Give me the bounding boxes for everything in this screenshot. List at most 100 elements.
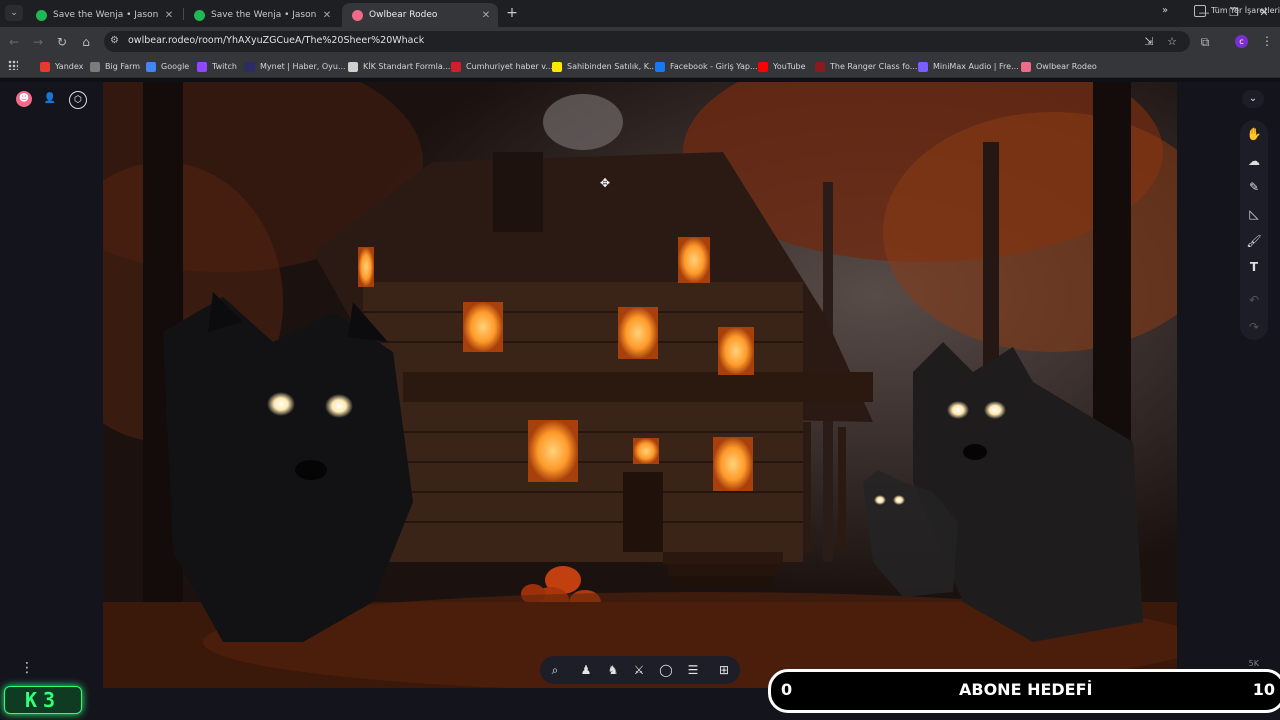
cabin-wolves-illustration [103,82,1177,688]
bookmark-item[interactable]: Facebook - Giriş Yap... [655,60,758,73]
puzzle-icon: ⧉ [1200,35,1210,49]
reload-button[interactable]: ↻ [54,34,70,50]
note-button[interactable]: ☰ [684,661,702,679]
all-bookmarks-label: Tüm Yer İşaretleri [1211,6,1280,15]
bookmark-item[interactable]: Yandex [40,60,83,73]
address-bar[interactable]: ⚙ owlbear.rodeo/room/YhAXyuZGCueA/The%20… [104,31,1190,52]
map-scene[interactable] [103,82,1177,688]
bookmark-favicon-icon [197,61,207,72]
undo-button[interactable]: ↶ [1245,291,1263,309]
bookmark-item[interactable]: Big Farm [90,60,140,73]
bookmark-item[interactable]: Cumhuriyet haber v... [451,60,553,73]
bookmark-label: Facebook - Giriş Yap... [670,62,758,71]
bookmark-item[interactable]: Sahibinden Satılık, K... [552,60,657,73]
bookmark-favicon-icon [918,61,928,72]
all-bookmarks-folder[interactable]: Tüm Yer İşaretleri [1194,4,1280,17]
bookmark-favicon-icon [815,61,825,72]
bookmark-item[interactable]: Twitch [197,60,237,73]
goal-target: 10 [1252,680,1275,699]
address-url[interactable]: owlbear.rodeo/room/YhAXyuZGCueA/The%20Sh… [128,35,424,46]
tab-title: Owlbear Rodeo [369,10,438,20]
bookmark-item[interactable]: YouTube [758,60,806,73]
tab-search-button[interactable]: ⌄ [5,5,23,21]
bookmark-label: KİK Standart Formla... [363,62,451,71]
home-button[interactable]: ⌂ [78,34,94,50]
bookmark-item[interactable]: MiniMax Audio | Fre... [918,60,1019,73]
bookmark-favicon-icon [552,61,562,72]
tab-close-icon[interactable]: ✕ [319,10,335,21]
tab-save-the-wenja-2[interactable]: Save the Wenja • Jason Graves ✕ [184,3,339,27]
bookmark-favicon-icon [655,61,665,72]
bookmark-favicon-icon [451,61,461,72]
search-icon: ⌕ [551,663,559,677]
prop-button[interactable]: ⚔ [630,661,648,679]
player-icon[interactable]: 👤 [42,91,58,107]
back-button[interactable]: ← [6,34,22,50]
bookmark-favicon-icon [1021,61,1031,72]
bookmark-favicon-icon [146,61,156,72]
text-icon: T [1249,260,1259,274]
profile-avatar[interactable]: c [1235,35,1248,48]
tab-owlbear-rodeo[interactable]: Owlbear Rodeo ✕ [342,3,498,27]
arrow-left-icon: ← [8,35,20,49]
spotify-icon [36,9,47,21]
tab-title: Save the Wenja • Jason Graves [211,10,319,20]
redo-button[interactable]: ↷ [1245,318,1263,336]
bookmark-label: MiniMax Audio | Fre... [933,62,1019,71]
mount-button[interactable]: ♞ [604,661,622,679]
fog-icon: ☁ [1248,154,1260,168]
new-tab-button[interactable]: + [504,4,520,22]
draw-tool-button[interactable]: ✎ [1245,178,1263,196]
owlbear-logo-icon[interactable]: ☻ [16,91,32,107]
collapse-toolbar-button[interactable]: ⌄ [1242,90,1264,108]
extensions-button[interactable]: ⧉ [1197,34,1213,50]
redo-icon: ↷ [1248,320,1260,334]
bookmark-item[interactable]: The Ranger Class fo... [815,60,917,73]
bookmark-item[interactable]: Mynet | Haber, Oyu... [245,60,346,73]
pointer-tool-button[interactable]: 🖌 [1245,232,1263,250]
ruler-icon: ◺ [1249,207,1259,221]
apps-grid-icon[interactable] [8,60,18,70]
goal-title: ABONE HEDEFİ [959,680,1093,699]
bookmark-item[interactable]: Owlbear Rodeo [1021,60,1097,73]
more-options-button[interactable]: ⋮ [20,660,34,676]
dice-icon[interactable]: ⬡ [69,91,87,109]
bookmark-item[interactable]: KİK Standart Formla... [348,60,450,73]
home-icon: ⌂ [82,35,90,49]
bookmark-label: The Ranger Class fo... [830,62,918,71]
tab-close-icon[interactable]: ✕ [478,10,494,21]
text-tool-button[interactable]: T [1245,258,1263,276]
tab-save-the-wenja-1[interactable]: Save the Wenja • Jason Graves ✕ [26,3,181,27]
fog-tool-button[interactable]: ☁ [1245,152,1263,170]
character-button[interactable]: ♟ [577,661,595,679]
search-button[interactable]: ⌕ [546,661,564,679]
k3-logo: K3 [4,686,82,714]
note-icon: ☰ [687,663,699,677]
grid-button[interactable]: ⊞ [715,661,733,679]
circle-icon: ◯ [659,663,673,677]
bookmark-star-icon[interactable]: ☆ [1165,35,1179,49]
bookmark-label: Sahibinden Satılık, K... [567,62,657,71]
browser-menu-button[interactable]: ⋮ [1261,34,1273,48]
move-tool-button[interactable]: ✋ [1245,125,1263,143]
install-app-icon[interactable]: ⇲ [1142,35,1156,49]
tab-close-icon[interactable]: ✕ [161,10,177,21]
bookmarks-overflow-button[interactable]: » [1162,4,1168,17]
tab-title: Save the Wenja • Jason Graves [53,10,161,20]
site-info-icon[interactable]: ⚙ [110,35,119,46]
bookmark-favicon-icon [758,61,768,72]
bookmark-favicon-icon [348,61,358,72]
measure-tool-button[interactable]: ◺ [1245,205,1263,223]
reload-icon: ↻ [56,35,68,49]
hand-icon: ✋ [1246,127,1262,141]
bookmark-label: Yandex [55,62,84,71]
forward-button[interactable]: → [30,34,46,50]
more-vert-icon: ⋮ [20,660,34,676]
goal-current: 0 [781,680,793,699]
bookmark-favicon-icon [245,61,255,72]
bookmark-item[interactable]: Google [146,60,189,73]
attachment-button[interactable]: ◯ [657,661,675,679]
pencil-icon: ✎ [1248,180,1260,194]
spotify-icon [194,9,205,21]
goal-zoom-label: 5K [1248,659,1259,668]
